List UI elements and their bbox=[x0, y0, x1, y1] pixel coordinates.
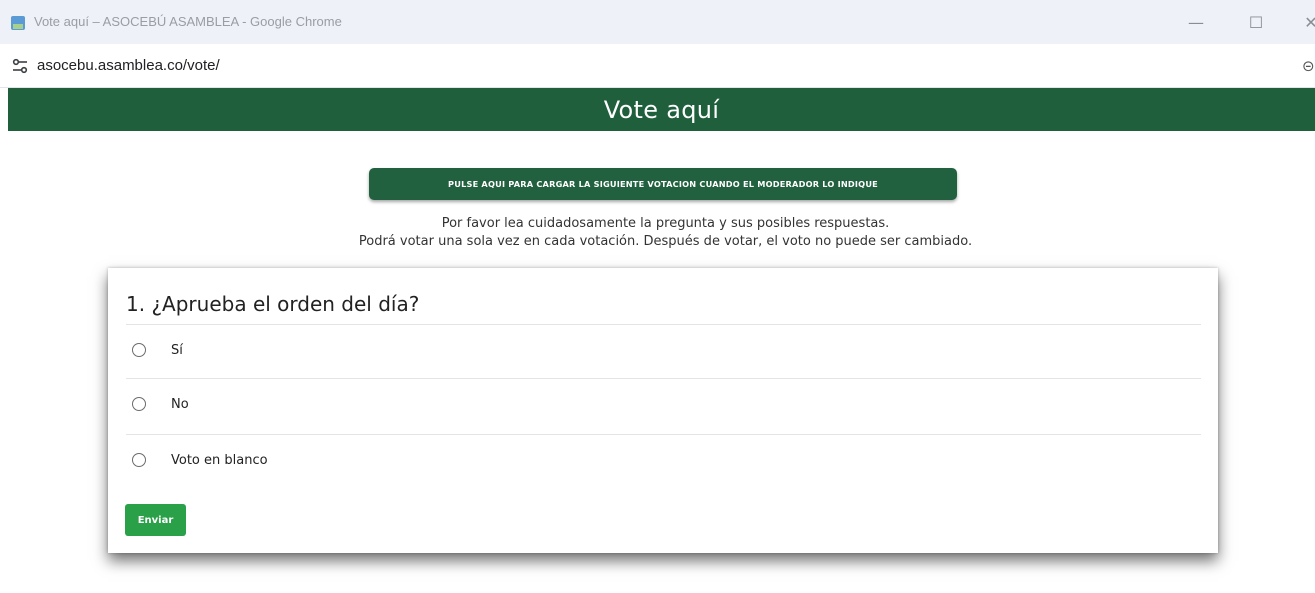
tune-icon[interactable] bbox=[11, 58, 29, 74]
maximize-button[interactable]: ☐ bbox=[1241, 10, 1271, 34]
option-label: Voto en blanco bbox=[171, 452, 268, 468]
radio-button[interactable] bbox=[132, 397, 146, 411]
option-si[interactable]: Sí bbox=[132, 338, 183, 362]
instruction-line-2: Podrá votar una sola vez en cada votació… bbox=[358, 234, 973, 249]
radio-button[interactable] bbox=[132, 343, 146, 357]
page-favicon-icon bbox=[11, 16, 25, 30]
extension-icon[interactable]: ⊝ bbox=[1302, 57, 1315, 75]
radio-button[interactable] bbox=[132, 453, 146, 467]
submit-button[interactable]: Enviar bbox=[125, 504, 186, 536]
option-label: Sí bbox=[171, 342, 183, 358]
question-title: 1. ¿Aprueba el orden del día? bbox=[126, 292, 420, 316]
divider bbox=[126, 434, 1201, 435]
load-next-vote-button[interactable]: PULSE AQUI PARA CARGAR LA SIGUIENTE VOTA… bbox=[369, 168, 957, 200]
divider bbox=[126, 378, 1201, 379]
option-label: No bbox=[171, 396, 189, 412]
option-voto-en-blanco[interactable]: Voto en blanco bbox=[132, 448, 268, 472]
page-title: Vote aquí bbox=[603, 95, 720, 124]
divider bbox=[126, 324, 1201, 325]
browser-title-bar: Vote aquí – ASOCEBÚ ASAMBLEA - Google Ch… bbox=[0, 0, 1315, 44]
address-bar: asocebu.asamblea.co/vote/ ⊝ bbox=[0, 44, 1315, 88]
minimize-button[interactable]: — bbox=[1181, 10, 1211, 34]
page-content: Vote aquí PULSE AQUI PARA CARGAR LA SIGU… bbox=[0, 88, 1315, 593]
window-title: Vote aquí – ASOCEBÚ ASAMBLEA - Google Ch… bbox=[34, 14, 342, 29]
url-field[interactable]: asocebu.asamblea.co/vote/ bbox=[37, 57, 220, 74]
instruction-line-1: Por favor lea cuidadosamente la pregunta… bbox=[441, 216, 890, 231]
option-no[interactable]: No bbox=[132, 392, 189, 416]
question-card: 1. ¿Aprueba el orden del día? Sí No Voto… bbox=[108, 268, 1218, 553]
close-window-button[interactable]: ✕ bbox=[1296, 10, 1315, 34]
page-header: Vote aquí bbox=[8, 88, 1315, 131]
